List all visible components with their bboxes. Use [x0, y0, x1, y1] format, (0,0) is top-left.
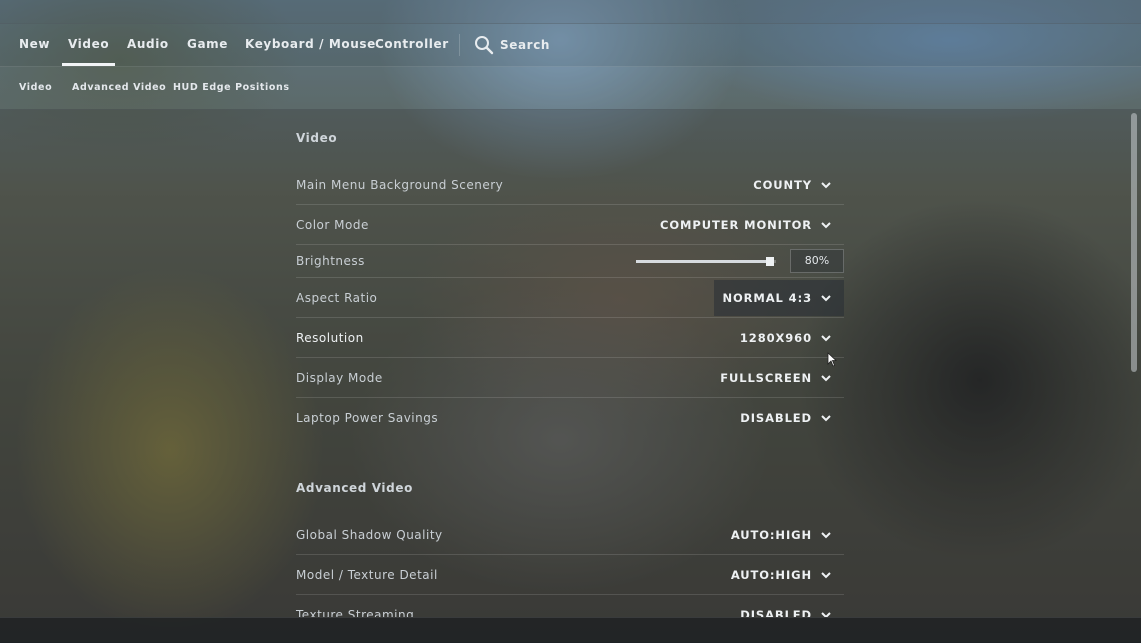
setting-label: Color Mode	[296, 217, 369, 232]
model-texture-detail-dropdown[interactable]: AUTO:HIGH	[723, 557, 844, 593]
setting-label: Laptop Power Savings	[296, 410, 439, 425]
tab-video[interactable]: Video	[61, 23, 116, 66]
dropdown-value: COUNTY	[753, 177, 812, 192]
settings-panel: Video Main Menu Background Scenery COUNT…	[0, 109, 1141, 617]
setting-label: Resolution	[296, 330, 364, 345]
setting-row-global-shadow-quality[interactable]: Global Shadow Quality AUTO:HIGH	[296, 515, 844, 555]
settings-nav: New Video Audio Game Keyboard / Mouse Co…	[0, 23, 1141, 67]
section-title-video: Video	[296, 131, 338, 145]
setting-row-background-scenery[interactable]: Main Menu Background Scenery COUNTY	[296, 165, 844, 205]
setting-row-model-texture-detail[interactable]: Model / Texture Detail AUTO:HIGH	[296, 555, 844, 595]
chevron-down-icon	[821, 294, 831, 301]
chevron-down-icon	[821, 334, 831, 341]
setting-label: Texture Streaming	[296, 607, 415, 618]
dropdown-value: DISABLED	[740, 607, 812, 618]
dropdown-value: AUTO:HIGH	[730, 567, 812, 582]
dropdown-value: DISABLED	[740, 410, 812, 425]
scrollbar[interactable]	[1131, 113, 1137, 372]
setting-row-display-mode[interactable]: Display Mode FULLSCREEN	[296, 358, 844, 398]
tab-audio[interactable]: Audio	[127, 23, 169, 66]
setting-row-color-mode[interactable]: Color Mode COMPUTER MONITOR	[296, 205, 844, 245]
subtab-hud-edge-positions[interactable]: HUD Edge Positions	[173, 67, 290, 109]
setting-label: Main Menu Background Scenery	[296, 177, 504, 192]
background-scenery-dropdown[interactable]: COUNTY	[745, 167, 844, 203]
aspect-ratio-dropdown[interactable]: NORMAL 4:3	[714, 279, 844, 316]
dropdown-value: FULLSCREEN	[720, 370, 812, 385]
search-label: Search	[500, 37, 551, 52]
top-strip	[0, 0, 1141, 24]
texture-streaming-dropdown[interactable]: DISABLED	[732, 597, 844, 618]
color-mode-dropdown[interactable]: COMPUTER MONITOR	[652, 207, 844, 243]
dropdown-value: NORMAL 4:3	[722, 290, 812, 305]
tab-game[interactable]: Game	[187, 23, 228, 66]
tab-new[interactable]: New	[19, 23, 50, 66]
dropdown-value: AUTO:HIGH	[730, 527, 812, 542]
section-title-advanced-video: Advanced Video	[296, 481, 413, 495]
setting-label: Display Mode	[296, 370, 383, 385]
nav-divider	[459, 34, 460, 56]
chevron-down-icon	[821, 611, 831, 617]
chevron-down-icon	[821, 181, 831, 188]
setting-label: Aspect Ratio	[296, 290, 378, 305]
resolution-dropdown[interactable]: 1280X960	[732, 320, 844, 356]
setting-row-brightness[interactable]: Brightness 80%	[296, 245, 844, 278]
subtab-video[interactable]: Video	[19, 67, 52, 109]
setting-row-laptop-power-savings[interactable]: Laptop Power Savings DISABLED	[296, 398, 844, 437]
chevron-down-icon	[821, 221, 831, 228]
setting-row-texture-streaming[interactable]: Texture Streaming DISABLED	[296, 595, 844, 617]
search-icon	[475, 35, 494, 54]
dropdown-value: 1280X960	[739, 330, 812, 345]
tab-keyboard-mouse[interactable]: Keyboard / Mouse	[245, 23, 376, 66]
brightness-slider[interactable]	[636, 257, 776, 266]
slider-fill	[636, 260, 771, 263]
chevron-down-icon	[821, 571, 831, 578]
mouse-cursor-icon	[827, 352, 837, 367]
setting-label: Global Shadow Quality	[296, 527, 443, 542]
setting-row-aspect-ratio[interactable]: Aspect Ratio NORMAL 4:3	[296, 278, 844, 318]
settings-subnav: Video Advanced Video HUD Edge Positions	[0, 67, 1141, 110]
chevron-down-icon	[821, 374, 831, 381]
setting-label: Brightness	[296, 254, 365, 268]
slider-handle[interactable]	[766, 257, 775, 266]
chevron-down-icon	[821, 414, 831, 421]
search-button[interactable]: Search	[474, 23, 550, 66]
tab-controller[interactable]: Controller	[375, 23, 449, 66]
global-shadow-quality-dropdown[interactable]: AUTO:HIGH	[723, 517, 844, 553]
display-mode-dropdown[interactable]: FULLSCREEN	[712, 360, 844, 396]
brightness-value-field[interactable]: 80%	[790, 249, 844, 273]
bottom-bar	[0, 617, 1141, 643]
dropdown-value: COMPUTER MONITOR	[660, 217, 812, 232]
laptop-power-savings-dropdown[interactable]: DISABLED	[732, 400, 844, 436]
setting-label: Model / Texture Detail	[296, 567, 438, 582]
subtab-advanced-video[interactable]: Advanced Video	[72, 67, 166, 109]
chevron-down-icon	[821, 531, 831, 538]
setting-row-resolution[interactable]: Resolution 1280X960	[296, 318, 844, 358]
